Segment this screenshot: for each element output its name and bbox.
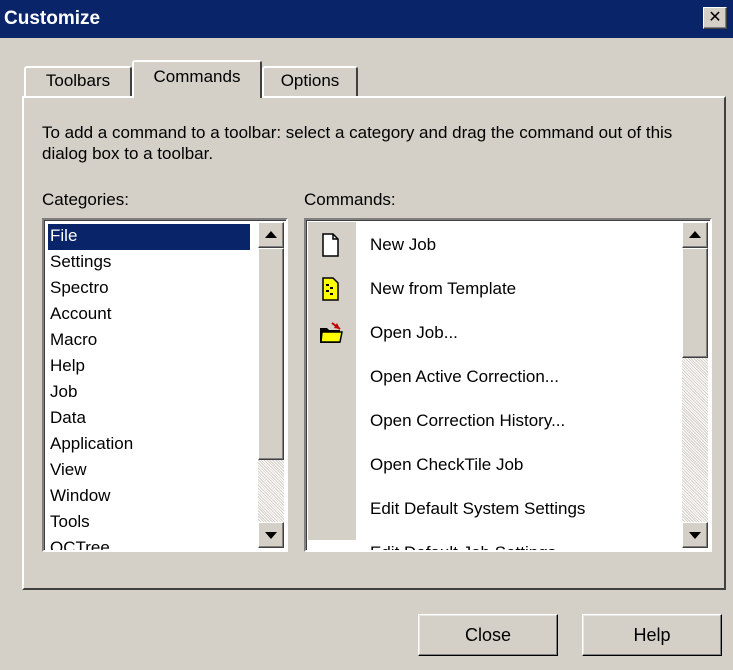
category-item[interactable]: Spectro (48, 276, 250, 302)
scroll-up-button[interactable] (258, 222, 284, 248)
close-icon: ✕ (708, 9, 722, 26)
category-item[interactable]: Job (48, 380, 250, 406)
commands-label: Commands: (304, 190, 396, 209)
tab-options[interactable]: Options (262, 66, 358, 96)
command-item[interactable]: Edit Default System Settings (370, 494, 585, 524)
category-item[interactable]: Macro (48, 328, 250, 354)
new-document-icon (318, 232, 342, 258)
commands-scrollbar[interactable] (682, 222, 708, 548)
command-item[interactable]: New Job (370, 230, 436, 260)
scroll-thumb[interactable] (682, 248, 708, 358)
arrow-up-icon (689, 231, 701, 238)
command-item[interactable]: Edit Default Job Settings (370, 538, 556, 550)
close-button[interactable]: Close (418, 614, 558, 656)
command-item[interactable]: Open Job... (370, 318, 458, 348)
categories-label: Categories: (42, 190, 129, 209)
tab-label: Options (280, 71, 340, 90)
category-item[interactable]: Data (48, 406, 250, 432)
instructions-text: To add a command to a toolbar: select a … (42, 123, 673, 163)
title-bar: Customize ✕ (0, 0, 733, 38)
category-item[interactable]: Settings (48, 250, 250, 276)
scroll-thumb[interactable] (258, 248, 284, 460)
command-item[interactable]: Open Correction History... (370, 406, 565, 436)
commands-icon-gutter (308, 222, 356, 540)
scroll-down-button[interactable] (258, 522, 284, 548)
category-item[interactable]: Application (48, 432, 250, 458)
template-document-icon (318, 276, 342, 302)
commands-list[interactable]: New Job New from Template Open Job... Open … (304, 218, 712, 552)
close-window-button[interactable]: ✕ (703, 7, 727, 29)
arrow-down-icon (689, 532, 701, 539)
command-item[interactable]: Open Active Correction... (370, 362, 559, 392)
categories-list[interactable]: File Settings Spectro Account Macro Help Job Da… (42, 218, 288, 552)
command-item[interactable]: Open CheckTile Job (370, 450, 523, 480)
category-item[interactable]: File (48, 224, 250, 250)
command-item[interactable]: New from Template (370, 274, 516, 304)
categories-scrollbar[interactable] (258, 222, 284, 548)
scroll-down-button[interactable] (682, 522, 708, 548)
category-item[interactable]: Tools (48, 510, 250, 536)
window-title: Customize (4, 8, 101, 29)
category-item[interactable]: Help (48, 354, 250, 380)
tab-label: Commands (153, 67, 241, 86)
category-item[interactable]: Window (48, 484, 250, 510)
open-folder-icon (318, 320, 343, 346)
arrow-up-icon (265, 231, 277, 238)
help-button[interactable]: Help (582, 614, 722, 656)
tab-label: Toolbars (45, 71, 111, 90)
category-item[interactable]: Account (48, 302, 250, 328)
category-item[interactable]: View (48, 458, 250, 484)
scroll-up-button[interactable] (682, 222, 708, 248)
tab-commands[interactable]: Commands (132, 60, 262, 98)
commands-tab-panel: To add a command to a toolbar: select a … (22, 96, 726, 590)
category-item[interactable]: QCTree (48, 536, 250, 550)
arrow-down-icon (265, 532, 277, 539)
tab-toolbars[interactable]: Toolbars (24, 66, 132, 96)
